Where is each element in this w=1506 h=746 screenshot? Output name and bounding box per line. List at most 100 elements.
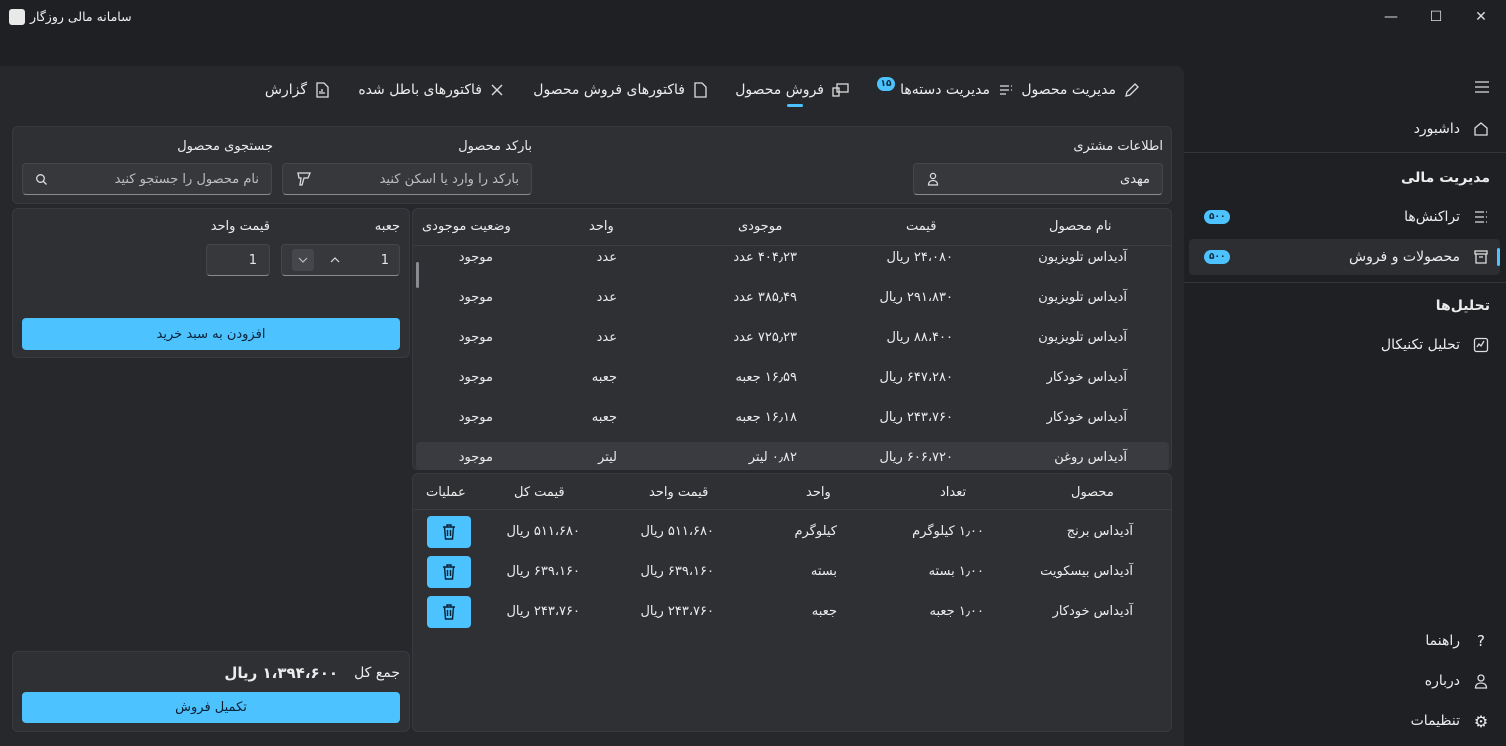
customer-field[interactable]: مهدی <box>913 163 1163 195</box>
close-button[interactable]: ✕ <box>1470 6 1492 28</box>
delete-item-button[interactable] <box>427 516 471 548</box>
sidebar-item-transactions[interactable]: تراکنش‌ها <box>1404 208 1490 226</box>
tab-label: مدیریت محصول <box>1021 82 1116 98</box>
cart-cell-qty: ۱٫۰۰ جعبه <box>929 604 984 619</box>
add-to-cart-button[interactable]: افزودن به سبد خرید <box>22 318 400 350</box>
cell-stock: ۱۶٫۱۸ جعبه <box>735 410 798 425</box>
tab-sales-invoices[interactable]: فاکتورهای فروش محصول <box>533 82 707 98</box>
cell-status: موجود <box>458 450 493 465</box>
col-unit: واحد <box>589 219 614 234</box>
cell-price: ۲۴۳،۷۶۰ ریال <box>879 410 953 425</box>
unit-price-value: 1 <box>248 252 257 268</box>
list-icon <box>1000 85 1012 95</box>
chart-icon <box>1472 336 1490 354</box>
barcode-scanner-icon[interactable] <box>295 170 313 188</box>
device-icon <box>832 83 849 97</box>
cell-name: آدیداس خودکار <box>1046 410 1127 425</box>
person-icon <box>1472 672 1490 690</box>
col-stock: موجودی <box>738 219 783 234</box>
col-name: نام محصول <box>1049 219 1112 234</box>
sidebar-divider <box>1184 282 1506 283</box>
cart-cell-product: آدیداس خودکار <box>1052 604 1133 619</box>
cart-col-total: قیمت کل <box>514 485 565 500</box>
sidebar-item-technical[interactable]: تحلیل تکنیکال <box>1381 336 1490 354</box>
cart-cell-total: ۲۴۳،۷۶۰ ریال <box>506 604 580 619</box>
total-value: ۱،۳۹۴،۶۰۰ ریال <box>224 664 338 682</box>
unit-price-label: قیمت واحد <box>210 219 270 234</box>
sidebar-item-products-sales[interactable]: محصولات و فروش <box>1349 248 1490 266</box>
cart-cell-unit: بسته <box>810 564 837 579</box>
sidebar-label: درباره <box>1424 673 1460 689</box>
cell-name: آدیداس خودکار <box>1046 370 1127 385</box>
customer-value: مهدی <box>1120 171 1150 187</box>
sidebar-label: محصولات و فروش <box>1348 249 1460 265</box>
maximize-button[interactable]: ☐ <box>1425 6 1447 28</box>
sidebar-label: داشبورد <box>1413 121 1460 137</box>
complete-sale-button[interactable]: تکمیل فروش <box>22 692 400 723</box>
sidebar-label: تنظیمات <box>1410 713 1460 729</box>
trash-icon <box>443 604 455 620</box>
chevron-down-icon[interactable] <box>292 249 314 271</box>
barcode-input[interactable]: بارکد را وارد یا اسکن کنید <box>282 163 532 195</box>
cell-name: آدیداس تلویزیون <box>1038 330 1127 345</box>
cell-name: آدیداس روغن <box>1054 450 1127 465</box>
tab-report[interactable]: گزارش <box>265 82 329 98</box>
hamburger-icon[interactable] <box>1474 80 1490 98</box>
chevron-up-icon[interactable] <box>324 249 346 271</box>
cell-price: ۶۴۷،۲۸۰ ریال <box>879 370 953 385</box>
box-quantity-stepper[interactable]: 1 <box>281 244 400 276</box>
sidebar-label: راهنما <box>1425 633 1460 649</box>
cell-stock: ۴۰۴٫۲۳ عدد <box>733 250 797 265</box>
cart-col-qty: تعداد <box>940 485 967 500</box>
cell-status: موجود <box>458 370 493 385</box>
product-search-label: جستجوی محصول <box>177 139 273 154</box>
product-search-input[interactable]: نام محصول را جستجو کنید <box>22 163 272 195</box>
cell-stock: ۳۸۵٫۴۹ عدد <box>733 290 797 305</box>
transactions-icon <box>1472 208 1490 226</box>
sidebar-label: تحلیل تکنیکال <box>1380 337 1460 353</box>
section-finance: مدیریت مالی <box>1400 170 1490 186</box>
box-quantity-value: 1 <box>380 252 389 268</box>
sidebar-item-help[interactable]: ? راهنما <box>1425 632 1490 650</box>
tab-manage-categories[interactable]: مدیریت دسته‌ها <box>900 82 1014 98</box>
person-icon <box>927 172 939 186</box>
cell-price: ۶۰۶،۷۲۰ ریال <box>879 450 953 465</box>
sidebar-item-settings[interactable]: ⚙ تنظیمات <box>1410 712 1490 731</box>
active-indicator <box>1497 248 1500 266</box>
delete-item-button[interactable] <box>427 556 471 588</box>
cart-cell-qty: ۱٫۰۰ بسته <box>928 564 984 579</box>
cart-cell-unit_price: ۶۳۹،۱۶۰ ریال <box>640 564 714 579</box>
tab-manage-product[interactable]: مدیریت محصول <box>1021 82 1140 98</box>
products-badge: ۵۰۰ <box>1204 250 1231 264</box>
close-x-icon <box>491 84 503 96</box>
cart-cell-product: آدیداس بیسکویت <box>1040 564 1133 579</box>
archive-icon <box>1472 248 1490 266</box>
title-bar: سامانه مالی روزگار — ☐ ✕ <box>0 0 1506 34</box>
sidebar-divider <box>1184 152 1506 153</box>
cell-status: موجود <box>458 330 493 345</box>
tab-label: مدیریت دسته‌ها <box>900 82 990 98</box>
app-logo-icon <box>9 9 25 25</box>
cell-stock: ۱۶٫۵۹ جعبه <box>735 370 798 385</box>
minimize-button[interactable]: — <box>1380 6 1402 28</box>
cart-cell-total: ۶۳۹،۱۶۰ ریال <box>506 564 580 579</box>
tab-void-invoices[interactable]: فاکتورهای باطل شده <box>358 82 504 98</box>
total-label: جمع کل <box>354 665 400 681</box>
barcode-placeholder: بارکد را وارد یا اسکن کنید <box>379 171 519 187</box>
active-tab-indicator <box>787 104 803 107</box>
sidebar-item-about[interactable]: درباره <box>1425 672 1490 690</box>
delete-item-button[interactable] <box>427 596 471 628</box>
cell-status: موجود <box>458 290 493 305</box>
cart-cell-total: ۵۱۱،۶۸۰ ریال <box>506 524 580 539</box>
cart-cell-unit_price: ۲۴۳،۷۶۰ ریال <box>640 604 714 619</box>
sidebar-item-dashboard[interactable]: داشبورد <box>1414 120 1490 138</box>
col-status: وضعیت موجودی <box>422 219 511 234</box>
unit-price-input[interactable]: 1 <box>206 244 270 276</box>
cell-unit: لیتر <box>598 450 617 465</box>
box-label: جعبه <box>374 219 400 234</box>
tab-label: فاکتورهای فروش محصول <box>533 82 685 98</box>
home-icon <box>1472 120 1490 138</box>
cell-price: ۲۹۱،۸۳۰ ریال <box>879 290 953 305</box>
tab-sell-product[interactable]: فروش محصول <box>735 82 850 98</box>
section-analysis: تحلیل‌ها <box>1435 298 1490 314</box>
